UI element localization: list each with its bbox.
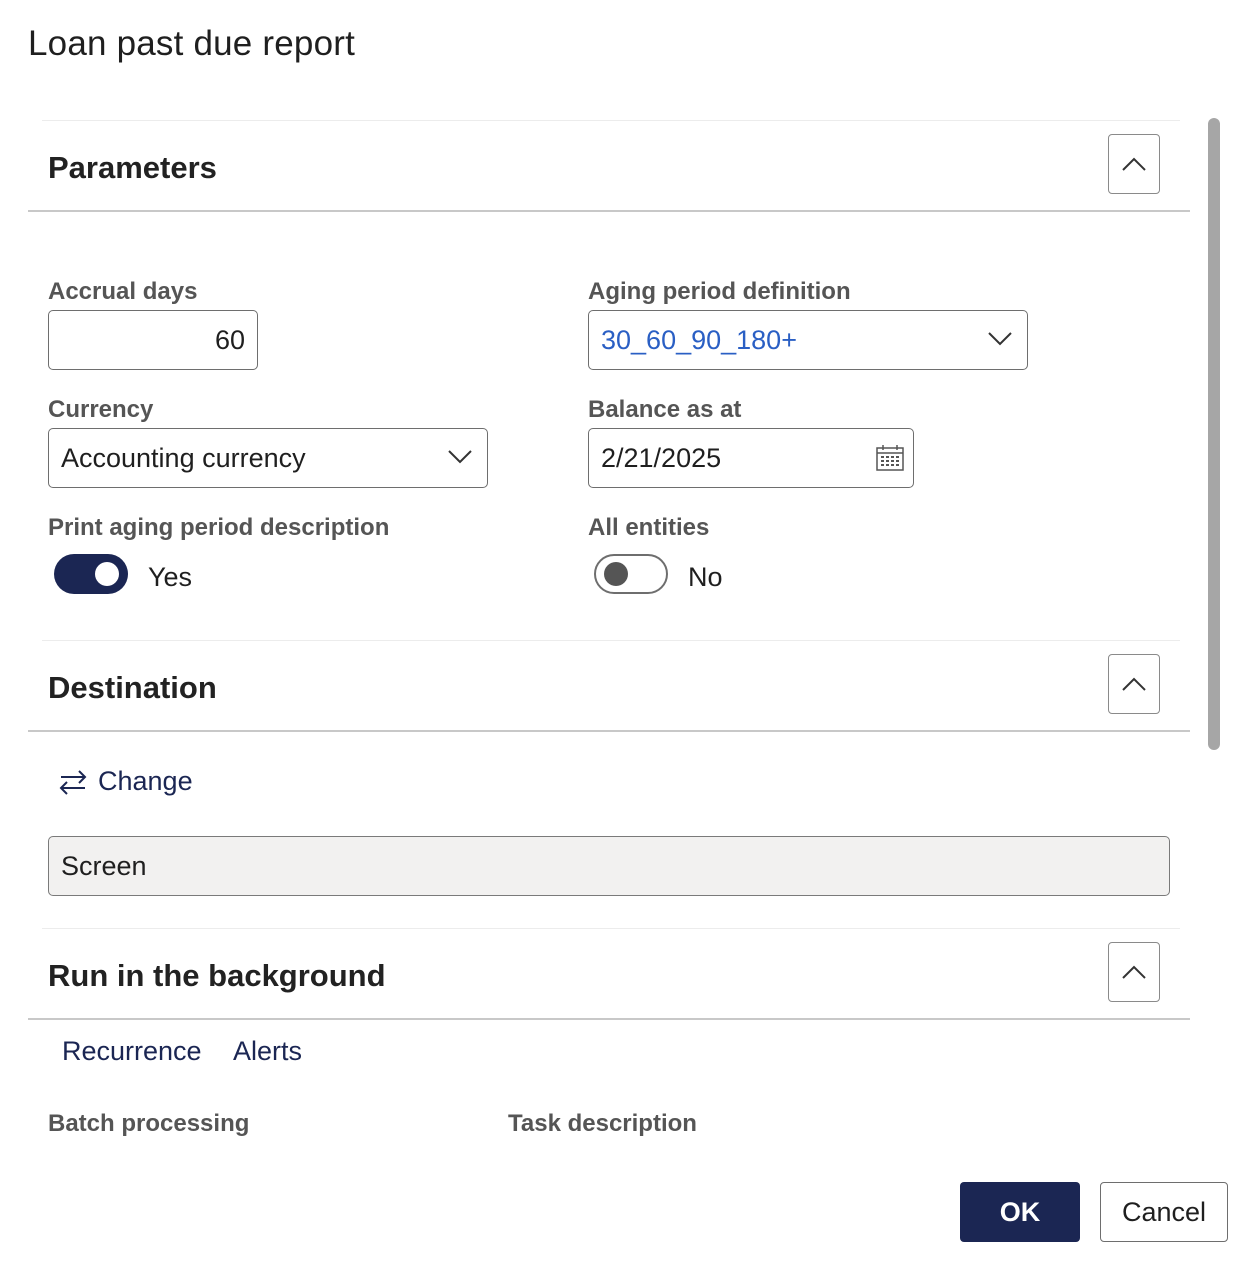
cancel-button[interactable]: Cancel: [1100, 1182, 1228, 1242]
balance-as-at-label: Balance as at: [588, 396, 742, 423]
destination-section-header[interactable]: Destination: [28, 640, 1190, 732]
background-section-title: Run in the background: [48, 958, 386, 993]
aging-period-dropdown[interactable]: 30_60_90_180+: [588, 310, 1028, 370]
dialog-title: Loan past due report: [28, 24, 356, 63]
destination-value: Screen: [61, 850, 147, 881]
change-destination-button[interactable]: Change: [58, 766, 193, 797]
tab-recurrence[interactable]: Recurrence: [62, 1036, 202, 1067]
all-entities-label: All entities: [588, 514, 710, 541]
toggle-knob: [95, 562, 119, 586]
accrual-days-input[interactable]: 60: [48, 310, 258, 370]
aging-period-label: Aging period definition: [588, 278, 851, 305]
collapse-background-button[interactable]: [1108, 942, 1160, 1002]
scrollbar[interactable]: [1208, 118, 1220, 750]
change-label: Change: [98, 766, 193, 796]
scrollbar-thumb[interactable]: [1208, 118, 1220, 750]
parameters-section-header[interactable]: Parameters: [28, 120, 1190, 212]
chevron-up-icon: [1122, 965, 1146, 979]
print-aging-desc-state: Yes: [148, 562, 193, 592]
chevron-up-icon: [1122, 157, 1146, 171]
balance-as-at-date-input[interactable]: 2/21/2025: [588, 428, 914, 488]
collapse-destination-button[interactable]: [1108, 654, 1160, 714]
balance-as-at-value: 2/21/2025: [601, 442, 722, 473]
toggle-knob: [604, 562, 628, 586]
batch-processing-label: Batch processing: [48, 1110, 250, 1137]
currency-value: Accounting currency: [61, 442, 306, 473]
chevron-up-icon: [1122, 677, 1146, 691]
task-description-label: Task description: [508, 1110, 697, 1137]
chevron-down-icon[interactable]: [447, 449, 473, 465]
destination-field: Screen: [48, 836, 1170, 896]
currency-label: Currency: [48, 396, 154, 423]
calendar-icon[interactable]: [875, 443, 905, 473]
all-entities-state: No: [688, 562, 723, 592]
accrual-days-label: Accrual days: [48, 278, 198, 305]
switch-arrows-icon: [59, 769, 87, 795]
parameters-section-title: Parameters: [48, 150, 217, 185]
background-section-header[interactable]: Run in the background: [28, 928, 1190, 1020]
accrual-days-value: 60: [214, 324, 245, 355]
destination-section-title: Destination: [48, 670, 217, 705]
print-aging-desc-toggle[interactable]: [54, 554, 128, 594]
currency-dropdown[interactable]: Accounting currency: [48, 428, 488, 488]
collapse-parameters-button[interactable]: [1108, 134, 1160, 194]
aging-period-value[interactable]: 30_60_90_180+: [589, 325, 809, 356]
ok-button[interactable]: OK: [960, 1182, 1080, 1242]
chevron-down-icon[interactable]: [987, 331, 1013, 347]
print-aging-desc-label: Print aging period description: [48, 514, 390, 541]
tab-alerts[interactable]: Alerts: [233, 1036, 302, 1067]
all-entities-toggle[interactable]: [594, 554, 668, 594]
